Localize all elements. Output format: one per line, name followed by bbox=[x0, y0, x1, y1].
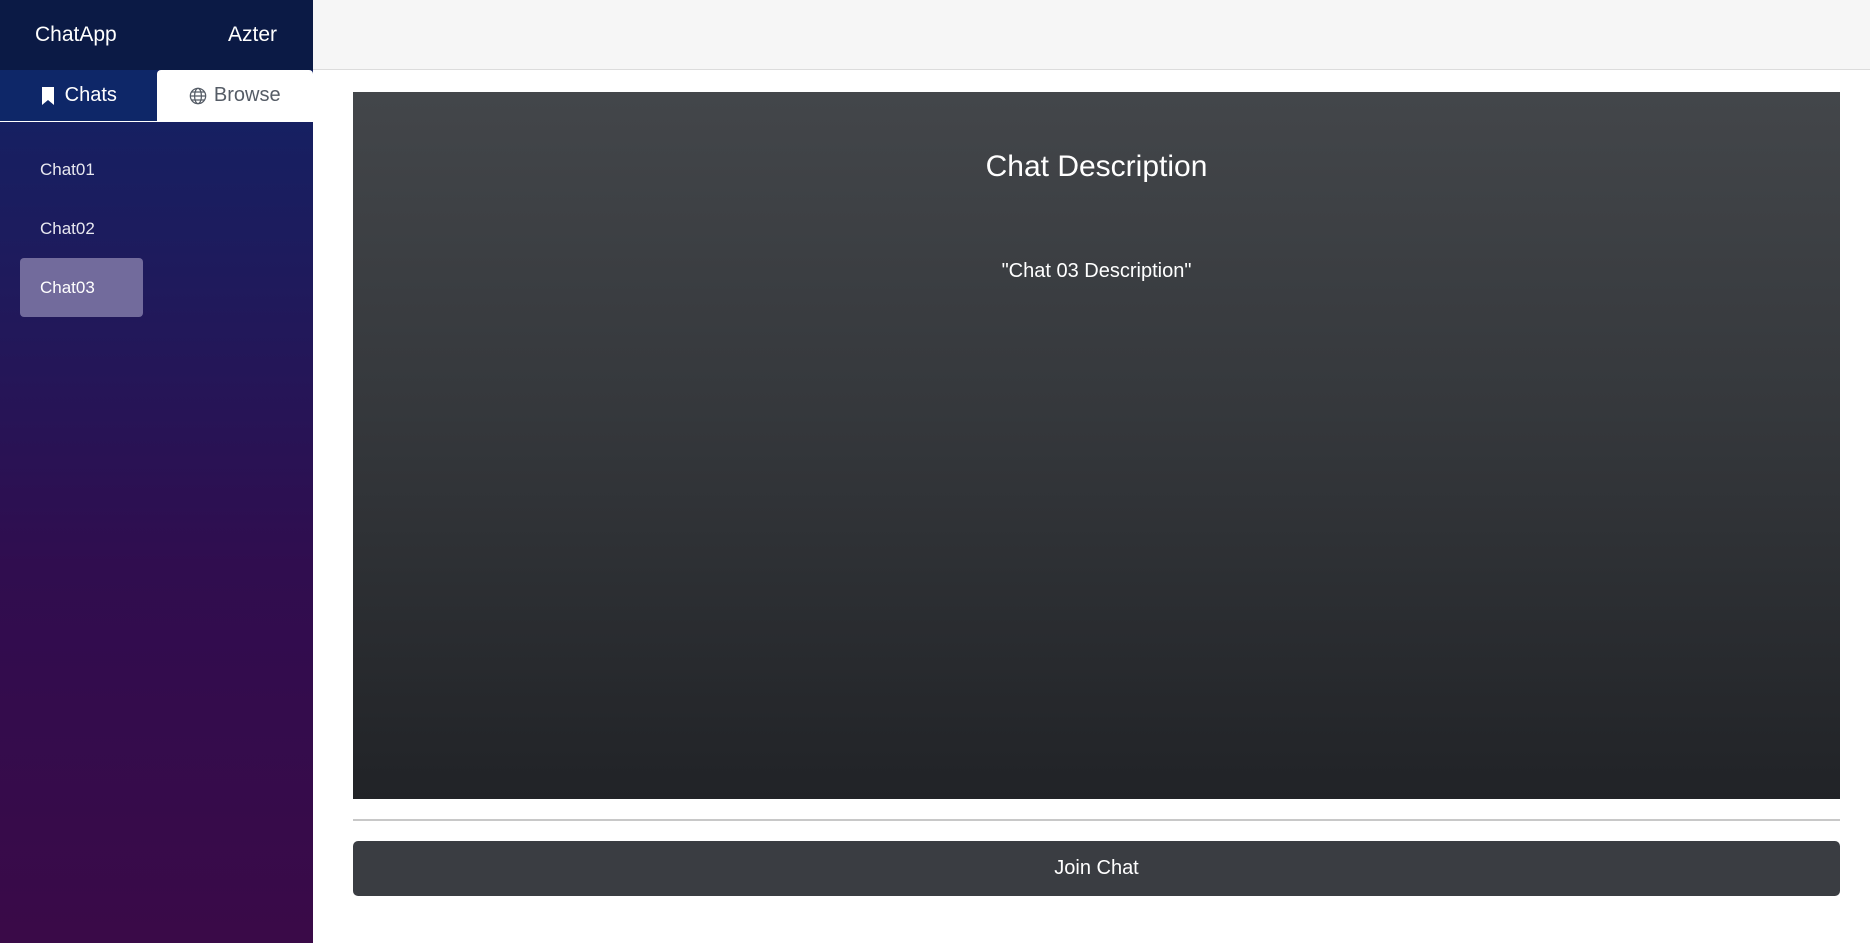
sidebar: ChatApp Azter Chats Browse Chat01 Chat02 bbox=[0, 0, 313, 943]
description-text: "Chat 03 Description" bbox=[1001, 260, 1192, 282]
tab-chats-label: Chats bbox=[64, 84, 117, 106]
top-bar bbox=[313, 0, 1870, 70]
chat-item-chat02[interactable]: Chat02 bbox=[20, 199, 143, 258]
divider bbox=[353, 819, 1840, 821]
chat-description-panel: Chat Description "Chat 03 Description" bbox=[353, 92, 1840, 799]
app-name[interactable]: ChatApp bbox=[35, 23, 117, 47]
chat-list: Chat01 Chat02 Chat03 bbox=[0, 122, 313, 317]
tab-browse[interactable]: Browse bbox=[156, 70, 313, 121]
tab-browse-label: Browse bbox=[213, 84, 281, 106]
username[interactable]: Azter bbox=[228, 23, 277, 47]
join-chat-button[interactable]: Join Chat bbox=[353, 841, 1840, 896]
description-title: Chat Description bbox=[985, 150, 1208, 183]
chat-item-chat03[interactable]: Chat03 bbox=[20, 258, 143, 317]
chat-item-chat01[interactable]: Chat01 bbox=[20, 140, 143, 199]
globe-icon bbox=[189, 86, 207, 106]
brand-bar: ChatApp Azter bbox=[0, 0, 313, 70]
tab-chats[interactable]: Chats bbox=[0, 70, 157, 121]
bookmark-icon bbox=[40, 86, 58, 106]
sidebar-tabs: Chats Browse bbox=[0, 70, 313, 122]
